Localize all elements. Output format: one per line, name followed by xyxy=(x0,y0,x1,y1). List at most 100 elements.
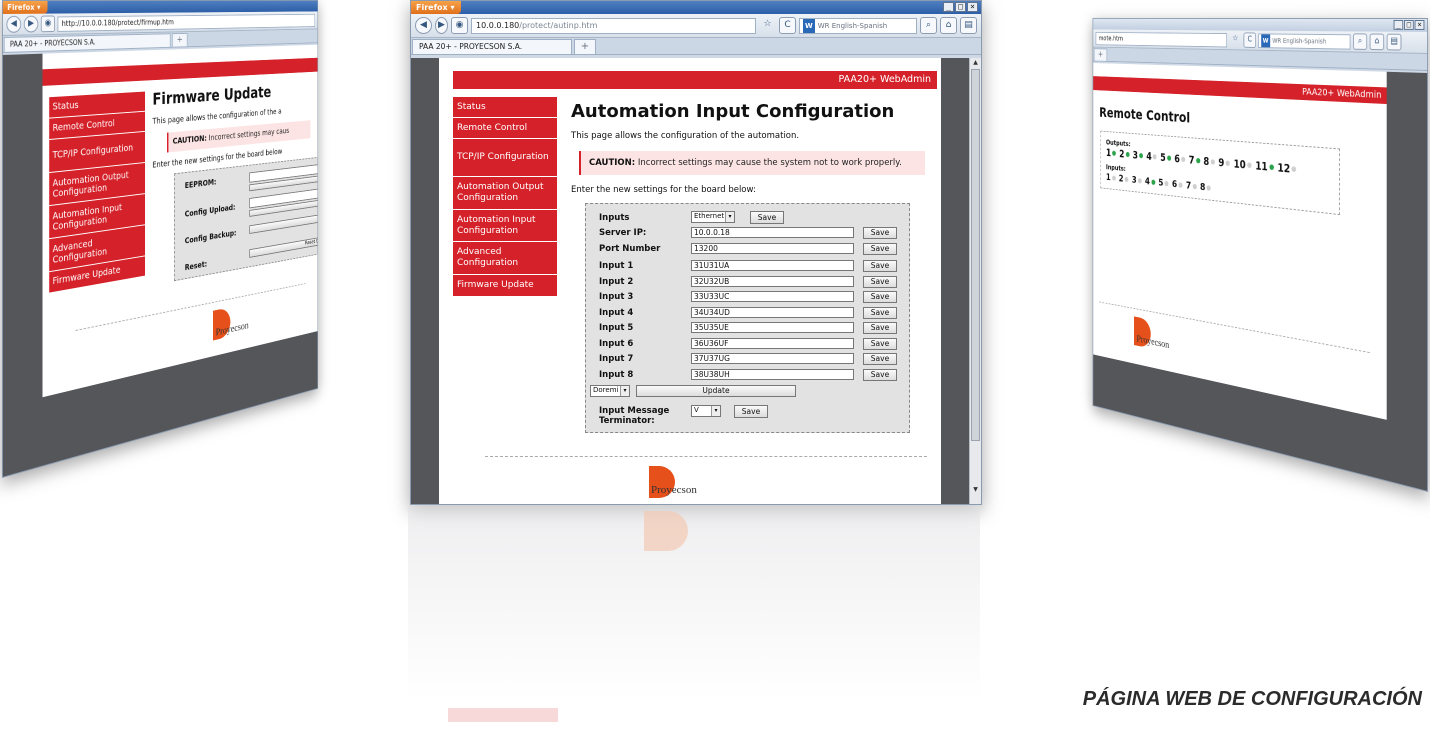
center-forward-icon[interactable]: ▶ xyxy=(435,17,448,34)
scroll-down-icon[interactable]: ▼ xyxy=(971,486,980,495)
center-home-icon[interactable]: ⌂ xyxy=(940,17,957,34)
center-url-bar[interactable]: 10.0.0.180/protect/autinp.htm xyxy=(471,17,756,34)
center-firefox-button[interactable]: Firefox ▾ xyxy=(411,1,461,14)
center-new-tab-button[interactable]: + xyxy=(574,39,596,54)
input-value-field[interactable]: 37U37UG xyxy=(691,353,854,364)
server-ip-save-button[interactable]: Save xyxy=(863,227,897,239)
center-menu-icon[interactable]: ▤ xyxy=(960,17,977,34)
right-menu-icon[interactable]: ▤ xyxy=(1386,33,1402,51)
forward-icon[interactable]: ▶ xyxy=(23,15,39,33)
left-sidebar: Status Remote Control TCP/IP Configurati… xyxy=(49,91,146,294)
center-nav-automation-input[interactable]: Automation Input Configuration xyxy=(453,210,557,242)
input-value-field[interactable]: 34U34UD xyxy=(691,306,854,318)
site-identity-icon[interactable]: ◉ xyxy=(40,15,56,33)
output-indicator[interactable]: 7 xyxy=(1189,154,1200,167)
center-reload-icon[interactable]: C xyxy=(779,17,796,34)
input-save-button[interactable]: Save xyxy=(863,291,897,303)
output-indicator[interactable]: 10 xyxy=(1234,158,1252,172)
port-save-button[interactable]: Save xyxy=(863,243,897,255)
center-bookmark-star-icon[interactable]: ☆ xyxy=(759,17,776,34)
minimize-icon[interactable]: _ xyxy=(1393,19,1404,30)
center-nav-status[interactable]: Status xyxy=(453,97,557,118)
output-indicator[interactable]: 4 xyxy=(1146,150,1157,163)
left-firefox-button[interactable]: Firefox ▾ xyxy=(2,0,48,14)
terminator-save-button[interactable]: Save xyxy=(734,405,768,418)
right-search-text: WR English-Spanish xyxy=(1272,36,1327,45)
center-nav-firmware-update[interactable]: Firmware Update xyxy=(453,275,557,297)
right-search-go-icon[interactable]: ⌕ xyxy=(1352,33,1368,50)
right-home-icon[interactable]: ⌂ xyxy=(1369,33,1385,51)
inputs-save-button[interactable]: Save xyxy=(750,211,784,224)
scroll-up-icon[interactable]: ▲ xyxy=(971,59,980,68)
input-value-field[interactable]: 36U36UF xyxy=(691,337,854,349)
center-caution: CAUTION: Incorrect settings may cause th… xyxy=(579,151,925,175)
input-indicator[interactable]: 3 xyxy=(1132,174,1142,186)
output-indicator[interactable]: 6 xyxy=(1174,153,1186,166)
input-value-field[interactable]: 33U33UC xyxy=(691,291,854,302)
input-save-button[interactable]: Save xyxy=(863,260,897,272)
center-nav-automation-output[interactable]: Automation Output Configuration xyxy=(453,177,557,210)
center-site-identity-icon[interactable]: ◉ xyxy=(451,17,468,34)
input-indicator[interactable]: 1 xyxy=(1106,172,1116,184)
right-search-box[interactable]: W WR English-Spanish xyxy=(1258,32,1351,50)
output-indicator[interactable]: 9 xyxy=(1218,156,1231,169)
center-minimize-icon[interactable]: _ xyxy=(943,2,954,12)
center-back-icon[interactable]: ◀ xyxy=(415,17,432,34)
output-indicator[interactable]: 12 xyxy=(1277,161,1297,176)
output-indicator[interactable]: 8 xyxy=(1203,155,1215,168)
input-indicator[interactable]: 5 xyxy=(1158,177,1169,189)
close-icon[interactable]: × xyxy=(1414,19,1425,30)
input-value-field[interactable]: 35U35UE xyxy=(691,322,854,333)
left-url-bar[interactable]: http://10.0.0.180/protect/firmup.htm xyxy=(57,13,316,32)
output-indicator[interactable]: 1 xyxy=(1106,147,1117,159)
center-close-icon[interactable]: × xyxy=(967,2,978,12)
input-save-button[interactable]: Save xyxy=(863,337,897,350)
center-search-box[interactable]: W WR English-Spanish xyxy=(799,17,917,34)
input-indicator[interactable]: 6 xyxy=(1172,178,1183,190)
right-url-bar[interactable]: mote.htm xyxy=(1095,31,1227,47)
output-indicator[interactable]: 11 xyxy=(1255,159,1274,173)
center-tab[interactable]: PAA 20+ - PROYECSON S.A. xyxy=(412,39,572,54)
input-save-button[interactable]: Save xyxy=(863,306,897,319)
center-nav-tcpip[interactable]: TCP/IP Configuration xyxy=(453,139,557,177)
maximize-icon[interactable]: □ xyxy=(1404,19,1414,30)
update-button[interactable]: Update xyxy=(636,385,796,397)
output-indicator[interactable]: 5 xyxy=(1160,151,1172,164)
terminator-value: V xyxy=(694,406,699,414)
back-icon[interactable]: ◀ xyxy=(6,15,22,33)
input-indicator[interactable]: 2 xyxy=(1119,173,1129,185)
center-nav-remote-control[interactable]: Remote Control xyxy=(453,118,557,139)
right-new-tab-button[interactable]: + xyxy=(1093,48,1108,61)
input-save-button[interactable]: Save xyxy=(863,275,897,288)
right-bookmark-star-icon[interactable]: ☆ xyxy=(1229,32,1241,47)
inputs-type-select[interactable]: Ethernet ▾ xyxy=(691,211,735,223)
input-indicator[interactable]: 7 xyxy=(1186,180,1197,192)
right-reload-icon[interactable]: C xyxy=(1243,32,1257,48)
input-save-button[interactable]: Save xyxy=(863,353,897,365)
terminator-select[interactable]: V ▾ xyxy=(691,405,721,417)
input-value-field[interactable]: 31U31UA xyxy=(691,260,854,271)
server-ip-input[interactable]: 10.0.0.18 xyxy=(691,227,854,238)
scroll-thumb[interactable] xyxy=(971,69,980,441)
output-indicator[interactable]: 3 xyxy=(1133,149,1144,162)
input-save-button[interactable]: Save xyxy=(863,368,897,381)
center-search-go-icon[interactable]: ⌕ xyxy=(920,17,937,34)
input-value-field[interactable]: 32U32UB xyxy=(691,275,854,287)
input-number: 7 xyxy=(1185,179,1192,192)
center-scrollbar[interactable]: ▲ ▼ xyxy=(969,58,981,504)
new-tab-button[interactable]: + xyxy=(171,32,188,47)
output-status-dot-icon xyxy=(1269,164,1274,171)
center-maximize-icon[interactable]: □ xyxy=(955,2,966,12)
reset-button[interactable]: Reset to xyxy=(249,236,318,258)
input-value-field[interactable]: 38U38UH xyxy=(691,368,854,380)
output-indicator[interactable]: 2 xyxy=(1119,148,1130,161)
config-backup-button[interactable] xyxy=(249,213,318,234)
port-input[interactable]: 13200 xyxy=(691,243,854,254)
input-save-button[interactable]: Save xyxy=(863,322,897,334)
center-nav-advanced[interactable]: Advanced Configuration xyxy=(453,242,557,275)
left-tab[interactable]: PAA 20+ - PROYECSON S.A. xyxy=(3,33,171,52)
input-indicator[interactable]: 8 xyxy=(1200,181,1211,194)
input-indicator[interactable]: 4 xyxy=(1145,175,1156,187)
preset-select[interactable]: Doremi ▾ xyxy=(590,385,630,397)
output-number: 7 xyxy=(1188,153,1195,167)
